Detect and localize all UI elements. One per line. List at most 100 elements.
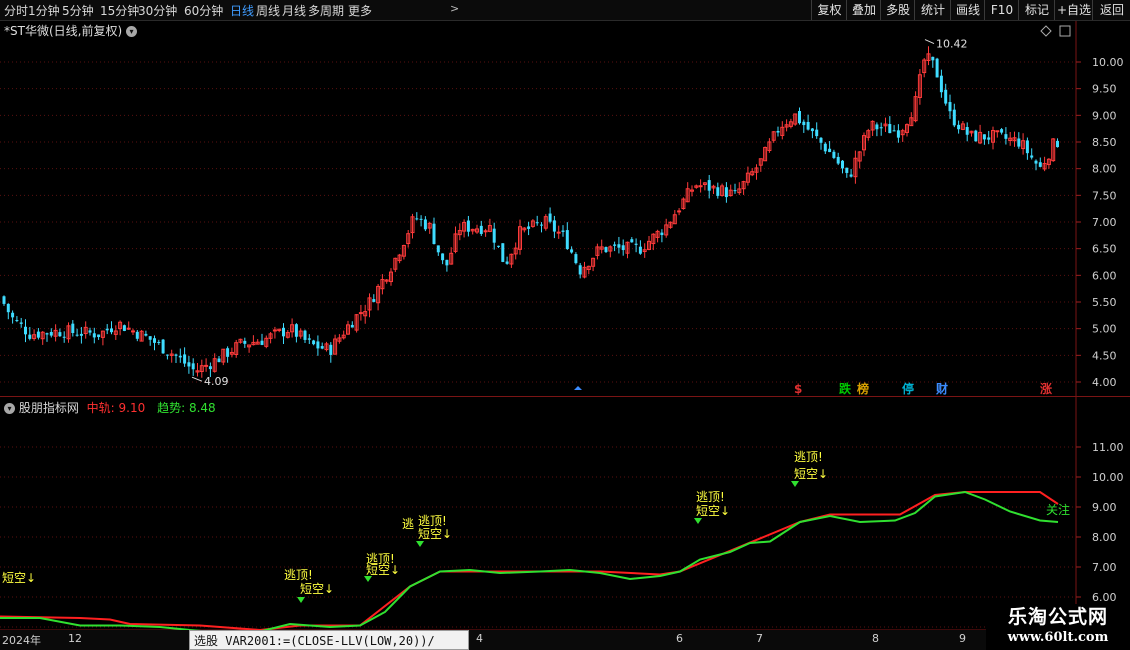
candle-body [810, 128, 814, 132]
price-tick-label: 5.00 [1092, 323, 1117, 336]
period-tab-2[interactable]: 5分钟 [62, 2, 94, 19]
time-axis-label: 4 [476, 632, 483, 645]
candle-body [776, 130, 780, 133]
candle-body [1000, 129, 1004, 133]
event-marker[interactable]: 榜 [857, 381, 869, 396]
candle-body [565, 230, 569, 249]
candle-body [174, 354, 178, 356]
candle-body [423, 219, 427, 230]
candle-body [436, 245, 440, 253]
candle-body [432, 223, 436, 245]
signal-annotations: 短空↓ 逃顶!短空↓逃顶!短空↓逃 逃顶!短空↓逃顶!短空↓逃顶!短空↓关注 [2, 450, 1070, 603]
chevron-right-icon[interactable]: > [450, 2, 459, 15]
down-arrow-icon [297, 597, 305, 603]
toolbar-button-6[interactable]: 标记 [1018, 0, 1055, 20]
short-signal-label: 短空↓ [366, 563, 400, 577]
window-icon[interactable] [1059, 25, 1071, 37]
up-arrow-icon [574, 386, 582, 390]
price-tick-label: 8.00 [1092, 163, 1117, 176]
mid-band-line [0, 491, 1059, 632]
indicator-tick-label: 10.00 [1092, 471, 1124, 484]
time-axis-label: 2024年 [2, 634, 41, 647]
candle-body [204, 364, 209, 367]
down-arrow-icon [364, 576, 372, 582]
candlestick-series: 10.42 4.09 $ 跌榜 停 财 涨 [2, 38, 1059, 396]
candle-body [178, 355, 182, 358]
toolbar-button-8[interactable]: 返回 [1092, 0, 1130, 20]
short-signal-label: 短空↓ [2, 571, 36, 585]
period-tab-7[interactable]: 周线 [256, 2, 280, 19]
indicator-tick-label: 9.00 [1092, 501, 1117, 514]
period-tab-0[interactable]: 分时 [4, 2, 28, 19]
candle-body [716, 187, 720, 196]
candle-body [939, 75, 943, 93]
event-marker[interactable]: 涨 [1040, 381, 1052, 396]
toolbar-button-7[interactable]: +自选 [1054, 0, 1093, 20]
candle-body [441, 253, 445, 261]
low-price-label: 4.09 [204, 375, 229, 388]
candle-body [497, 245, 500, 247]
toolbar-button-5[interactable]: F10 [984, 0, 1019, 20]
candle-body [634, 243, 638, 245]
candle-body [316, 341, 320, 349]
price-tick-label: 6.50 [1092, 243, 1117, 256]
candle-body [419, 218, 423, 220]
toolbar-button-4[interactable]: 画线 [950, 0, 985, 20]
candle-body [208, 366, 212, 370]
low-pointer [191, 376, 203, 382]
toolbar-button-2[interactable]: 多股 [880, 0, 915, 20]
candle-body [987, 137, 991, 140]
candle-body [165, 354, 169, 356]
candle-body [660, 232, 664, 236]
candle-body [1034, 160, 1038, 164]
short-signal-label: 短空↓ [418, 527, 452, 541]
candle-body [303, 330, 307, 340]
period-tab-10[interactable]: 更多 [348, 2, 372, 19]
period-tab-4[interactable]: 30分钟 [138, 2, 177, 19]
candle-body [974, 130, 978, 142]
event-marker[interactable]: $ [794, 382, 802, 396]
candle-body [11, 312, 15, 318]
event-marker[interactable]: 跌 [839, 381, 852, 396]
candle-body [698, 185, 703, 188]
toolbar-button-0[interactable]: 复权 [811, 0, 847, 20]
period-tab-6[interactable]: 日线 [230, 2, 254, 19]
candle-body [552, 220, 556, 232]
price-tick-label: 10.00 [1092, 56, 1124, 69]
period-tab-5[interactable]: 60分钟 [184, 2, 223, 19]
candle-body [613, 244, 617, 246]
candle-body [677, 210, 682, 213]
candle-body [1017, 138, 1021, 147]
candle-body [217, 358, 221, 363]
candle-body [62, 336, 66, 338]
price-tick-label: 9.00 [1092, 109, 1117, 122]
period-tab-8[interactable]: 月线 [282, 2, 306, 19]
short-signal-label: 短空↓ [794, 467, 828, 481]
candle-body [798, 111, 801, 124]
focus-label: 关注 [1046, 502, 1070, 517]
candle-body [505, 261, 509, 264]
diamond-icon[interactable] [1040, 25, 1052, 37]
period-tab-9[interactable]: 多周期 [308, 2, 344, 19]
candle-body [617, 244, 621, 248]
price-tick-label: 7.00 [1092, 216, 1117, 229]
candle-body [329, 344, 333, 355]
price-tick-label: 6.00 [1092, 269, 1117, 282]
candle-body [307, 338, 311, 340]
event-marker[interactable]: 财 [935, 381, 948, 396]
time-axis-label: 6 [676, 632, 683, 645]
toolbar-button-1[interactable]: 叠加 [846, 0, 881, 20]
pane-divider [0, 396, 1130, 397]
period-tab-3[interactable]: 15分钟 [100, 2, 139, 19]
candle-body [161, 339, 165, 354]
period-tab-1[interactable]: 1分钟 [28, 2, 60, 19]
candle-body [260, 340, 264, 345]
chart-canvas[interactable]: 10.00 9.50 9.00 8.50 8.00 7.50 7.00 6.50 6.00 5.5… [0, 0, 1130, 650]
price-tick-label: 4.50 [1092, 349, 1117, 362]
candle-body [875, 124, 879, 130]
event-marker[interactable]: 停 [902, 381, 914, 396]
short-signal-label: 短空↓ [696, 504, 730, 518]
candle-body [556, 231, 561, 234]
toolbar-button-3[interactable]: 统计 [914, 0, 951, 20]
candle-body [97, 334, 101, 338]
